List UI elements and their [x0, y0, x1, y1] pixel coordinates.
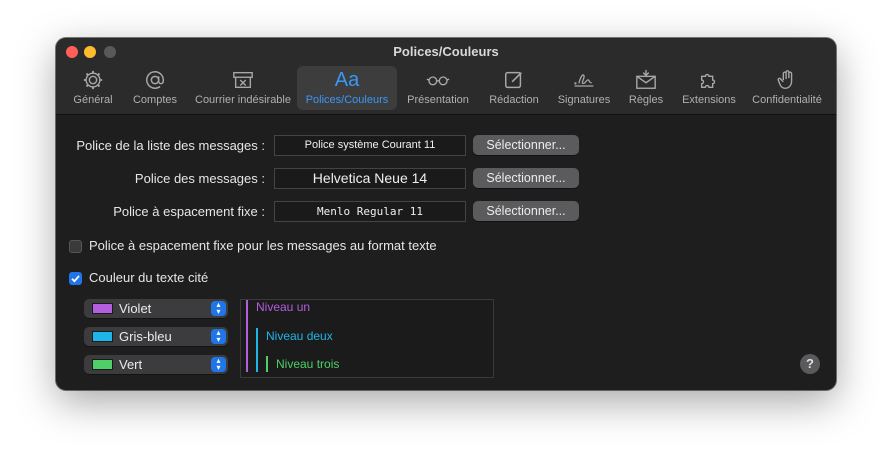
- tab-privacy[interactable]: Confidentialité: [744, 66, 830, 110]
- tab-privacy-label: Confidentialité: [752, 94, 822, 106]
- tab-extensions-label: Extensions: [682, 94, 736, 106]
- quote-level-1-color-popup[interactable]: Violet ▴ ▾: [84, 299, 228, 318]
- window-title: Polices/Couleurs: [393, 44, 499, 59]
- quote-level-2-color-popup[interactable]: Gris-bleu ▴ ▾: [84, 327, 228, 346]
- message-font-label: Police des messages :: [134, 171, 265, 186]
- checkmark-icon: [71, 275, 80, 283]
- quoted-color-checkbox[interactable]: [69, 272, 82, 285]
- glasses-icon: [424, 68, 452, 92]
- chevron-updown-icon: ▴ ▾: [211, 301, 226, 316]
- titlebar: Polices/Couleurs Général Comptes Courrie…: [56, 38, 836, 115]
- tab-general[interactable]: Général: [64, 66, 122, 110]
- tab-viewing-label: Présentation: [407, 94, 469, 106]
- fixed-font-field: Menlo Regular 11: [274, 201, 466, 222]
- fixed-width-plain-label: Police à espacement fixe pour les messag…: [89, 238, 437, 253]
- tab-composing-label: Rédaction: [489, 94, 539, 106]
- color-swatch: [92, 303, 113, 314]
- fonts-icon: Aa: [334, 69, 360, 91]
- compose-icon: [500, 68, 528, 92]
- tab-general-label: Général: [73, 94, 113, 106]
- tab-signatures[interactable]: Signatures: [550, 66, 618, 110]
- puzzle-icon: [695, 68, 723, 92]
- quote-preview-level-2: Niveau deux: [266, 329, 333, 343]
- quote-bar-level-3: [266, 356, 268, 372]
- at-icon: [141, 68, 169, 92]
- select-message-font-button[interactable]: Sélectionner...: [473, 168, 579, 188]
- tab-rules[interactable]: Règles: [622, 66, 670, 110]
- quote-preview: Niveau un Niveau deux Niveau trois: [240, 299, 494, 378]
- tab-junk-mail[interactable]: Courrier indésirable: [188, 66, 298, 110]
- tab-rules-label: Règles: [628, 94, 664, 106]
- tab-accounts-label: Comptes: [132, 94, 178, 106]
- message-list-font-label: Police de la liste des messages :: [76, 138, 265, 153]
- fixed-font-label: Police à espacement fixe :: [113, 204, 265, 219]
- tab-composing[interactable]: Rédaction: [482, 66, 546, 110]
- preferences-window: Polices/Couleurs Général Comptes Courrie…: [56, 38, 836, 390]
- select-message-list-font-button[interactable]: Sélectionner...: [473, 135, 579, 155]
- tab-extensions[interactable]: Extensions: [674, 66, 744, 110]
- quote-preview-level-3: Niveau trois: [276, 357, 340, 371]
- fonts-colors-pane: Police de la liste des messages : Police…: [56, 115, 836, 390]
- rules-icon: [632, 68, 660, 92]
- tab-signatures-label: Signatures: [557, 94, 611, 106]
- quoted-color-label: Couleur du texte cité: [89, 270, 209, 285]
- quote-bar-level-1: [246, 300, 248, 372]
- color-swatch: [92, 331, 113, 342]
- hand-icon: [773, 68, 801, 92]
- quote-bar-level-2: [256, 328, 258, 372]
- select-fixed-font-button[interactable]: Sélectionner...: [473, 201, 579, 221]
- junk-icon: [229, 68, 257, 92]
- quote-level-3-color-name: Vert: [119, 357, 143, 372]
- tab-fonts-colors-label: Polices/Couleurs: [305, 94, 389, 106]
- quote-preview-level-1: Niveau un: [256, 300, 311, 314]
- fixed-width-plain-checkbox[interactable]: [69, 240, 82, 253]
- quote-level-2-color-name: Gris-bleu: [119, 329, 172, 344]
- message-list-font-field: Police système Courant 11: [274, 135, 466, 156]
- color-swatch: [92, 359, 113, 370]
- chevron-updown-icon: ▴ ▾: [211, 357, 226, 372]
- gear-icon: [79, 68, 107, 92]
- tab-fonts-colors[interactable]: Aa Polices/Couleurs: [297, 66, 397, 110]
- tab-viewing[interactable]: Présentation: [402, 66, 474, 110]
- tab-accounts[interactable]: Comptes: [122, 66, 188, 110]
- chevron-updown-icon: ▴ ▾: [211, 329, 226, 344]
- help-button[interactable]: ?: [800, 354, 820, 374]
- message-font-field: Helvetica Neue 14: [274, 168, 466, 189]
- quote-level-1-color-name: Violet: [119, 301, 152, 316]
- quote-level-3-color-popup[interactable]: Vert ▴ ▾: [84, 355, 228, 374]
- tab-junk-mail-label: Courrier indésirable: [195, 94, 291, 106]
- signature-icon: [570, 68, 598, 92]
